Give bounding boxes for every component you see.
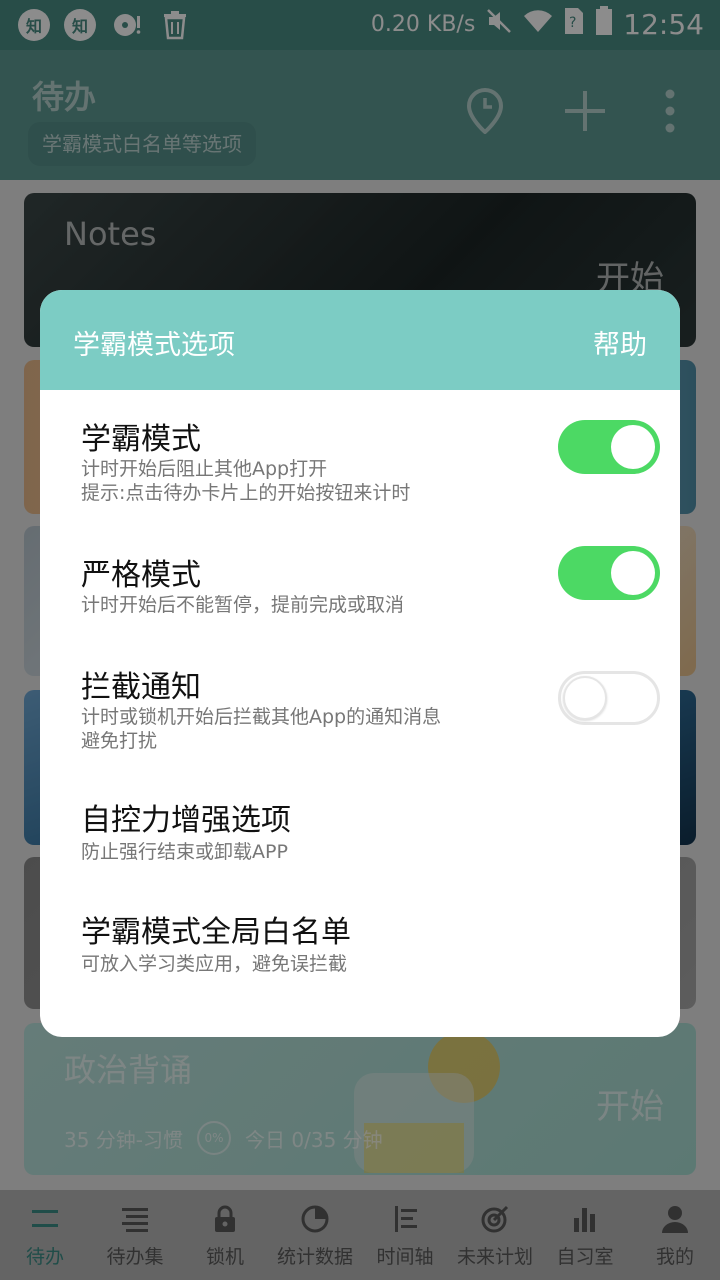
study-mode-options-dialog: 学霸模式选项 帮助 学霸模式 计时开始后阻止其他App打开 提示:点击待办卡片上… bbox=[40, 290, 680, 1037]
option-desc: 避免打扰 bbox=[81, 730, 158, 752]
option-title: 严格模式 bbox=[81, 558, 201, 593]
option-global-whitelist[interactable]: 学霸模式全局白名单 可放入学习类应用，避免误拦截 bbox=[40, 895, 680, 995]
option-title: 自控力增强选项 bbox=[81, 803, 291, 838]
toggle-knob bbox=[611, 551, 655, 595]
study-mode-toggle[interactable] bbox=[558, 420, 660, 474]
option-self-control[interactable]: 自控力增强选项 防止强行结束或卸载APP bbox=[40, 785, 680, 885]
toggle-knob bbox=[563, 676, 607, 720]
help-button[interactable]: 帮助 bbox=[593, 323, 647, 362]
option-study-mode[interactable]: 学霸模式 计时开始后阻止其他App打开 提示:点击待办卡片上的开始按钮来计时 bbox=[40, 390, 680, 520]
option-strict-mode[interactable]: 严格模式 计时开始后不能暂停，提前完成或取消 bbox=[40, 530, 680, 640]
option-title: 学霸模式全局白名单 bbox=[81, 915, 351, 950]
option-title: 学霸模式 bbox=[81, 422, 201, 457]
option-desc: 可放入学习类应用，避免误拦截 bbox=[81, 953, 348, 975]
toggle-knob bbox=[611, 425, 655, 469]
option-desc: 计时开始后不能暂停，提前完成或取消 bbox=[81, 594, 405, 616]
option-block-notifications[interactable]: 拦截通知 计时或锁机开始后拦截其他App的通知消息 避免打扰 bbox=[40, 650, 680, 775]
option-desc: 提示:点击待办卡片上的开始按钮来计时 bbox=[81, 482, 411, 504]
option-desc: 防止强行结束或卸载APP bbox=[81, 841, 288, 863]
block-notifications-toggle[interactable] bbox=[558, 671, 660, 725]
dialog-title: 学霸模式选项 bbox=[73, 330, 235, 361]
option-desc: 计时开始后阻止其他App打开 bbox=[81, 458, 328, 480]
strict-mode-toggle[interactable] bbox=[558, 546, 660, 600]
option-desc: 计时或锁机开始后拦截其他App的通知消息 bbox=[81, 706, 442, 728]
dialog-header: 学霸模式选项 帮助 bbox=[40, 290, 680, 390]
option-title: 拦截通知 bbox=[81, 670, 201, 705]
